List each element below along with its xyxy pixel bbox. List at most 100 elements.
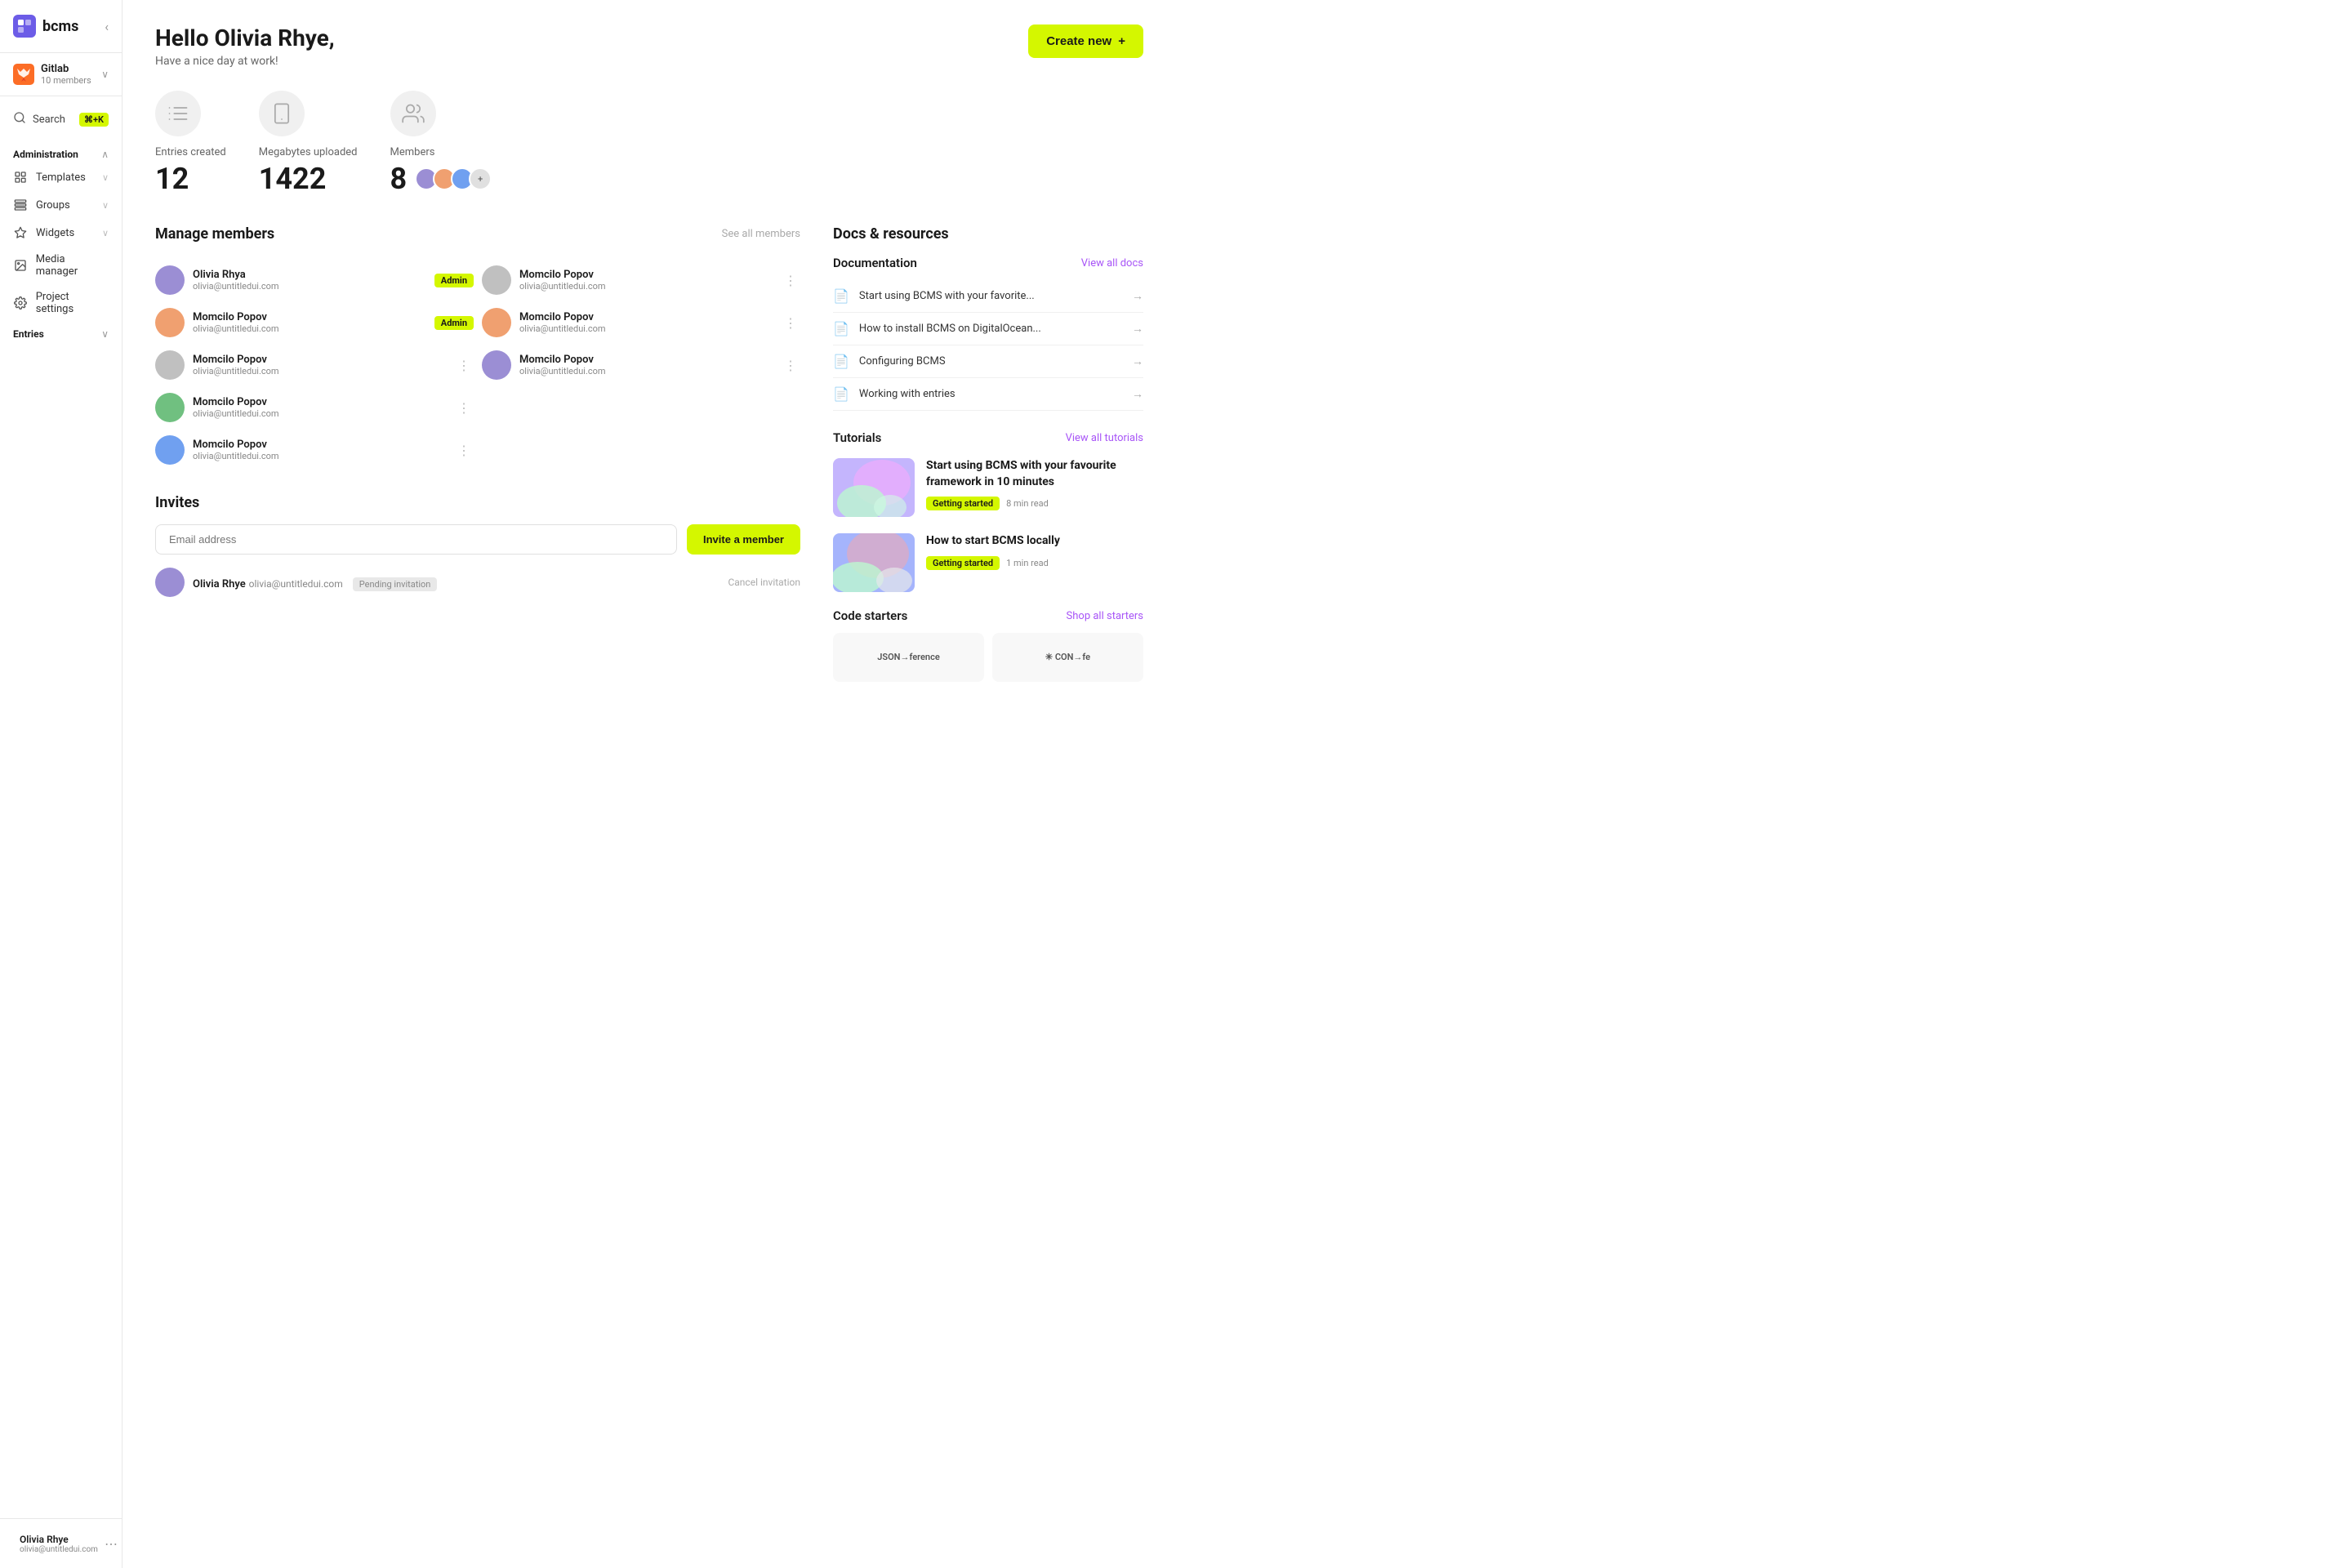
code-starter-card[interactable]: JSON→ference (833, 633, 984, 682)
entries-created-value: 12 (155, 162, 189, 196)
sidebar: bcms ‹ Gitlab 10 members ∨ Search ⌘+K (0, 0, 122, 1568)
tutorial-card[interactable]: How to start BCMS locally Getting starte… (833, 533, 1143, 592)
member-avatar (482, 350, 511, 380)
footer-user-email: olivia@untitledui.com (20, 1545, 98, 1554)
administration-section-header: Administration ∧ (0, 142, 122, 163)
code-starters-cards: JSON→ference ✳ CON→fe (833, 633, 1143, 682)
member-name: Momcilo Popov (193, 439, 446, 451)
templates-label: Templates (36, 172, 86, 184)
workspace-chevron-icon: ∨ (101, 69, 109, 80)
member-row: Momcilo Popov olivia@untitledui.com ⋮ (482, 301, 800, 344)
create-new-button[interactable]: Create new + (1028, 24, 1143, 58)
member-options-button[interactable]: ⋮ (454, 397, 474, 419)
doc-label: Working with entries (859, 388, 1122, 400)
doc-label: Start using BCMS with your favorite... (859, 290, 1122, 302)
invites-title: Invites (155, 494, 800, 511)
create-new-plus-icon: + (1118, 34, 1125, 48)
sidebar-entries-section[interactable]: Entries ∨ (0, 322, 122, 346)
member-name: Momcilo Popov (519, 269, 773, 281)
workspace-selector[interactable]: Gitlab 10 members ∨ (0, 53, 122, 96)
members-column-1: Olivia Rhya olivia@untitledui.com Admin … (155, 259, 474, 471)
member-email: olivia@untitledui.com (519, 281, 773, 292)
greeting-area: Hello Olivia Rhye, Have a nice day at wo… (155, 24, 335, 68)
tutorial-content: Start using BCMS with your favourite fra… (926, 458, 1143, 517)
workspace-icon (13, 64, 34, 85)
cancel-invitation-link[interactable]: Cancel invitation (728, 577, 800, 588)
tutorial-read-time: 1 min read (1006, 558, 1049, 568)
tutorial-title: Start using BCMS with your favourite fra… (926, 458, 1143, 490)
doc-arrow-icon: → (1132, 387, 1143, 401)
member-options-button[interactable]: ⋮ (781, 270, 800, 292)
sidebar-collapse-button[interactable]: ‹ (105, 19, 109, 34)
tutorial-title: How to start BCMS locally (926, 533, 1143, 550)
invite-member-button[interactable]: Invite a member (687, 524, 800, 555)
sidebar-item-templates[interactable]: Templates ∨ (0, 163, 122, 191)
footer-more-options-button[interactable]: ⋯ (105, 1536, 118, 1552)
member-name: Momcilo Popov (519, 311, 773, 323)
widgets-icon (13, 225, 28, 240)
shop-all-starters-link[interactable]: Shop all starters (1067, 610, 1143, 622)
doc-file-icon: 📄 (833, 288, 849, 304)
greeting-subtitle: Have a nice day at work! (155, 55, 335, 68)
see-all-members-link[interactable]: See all members (722, 228, 800, 240)
sidebar-logo-area: bcms ‹ (0, 0, 122, 53)
members-value: 8 (390, 162, 408, 196)
tutorials-title: Tutorials (833, 430, 881, 445)
tutorial-tag: Getting started (926, 497, 1000, 510)
code-starter-card[interactable]: ✳ CON→fe (992, 633, 1143, 682)
member-row: Momcilo Popov olivia@untitledui.com ⋮ (482, 259, 800, 301)
member-avatar (482, 265, 511, 295)
doc-label: How to install BCMS on DigitalOcean... (859, 323, 1122, 335)
doc-item[interactable]: 📄 How to install BCMS on DigitalOcean...… (833, 313, 1143, 345)
members-grid: Olivia Rhya olivia@untitledui.com Admin … (155, 259, 800, 471)
sidebar-item-widgets[interactable]: Widgets ∨ (0, 219, 122, 247)
administration-chevron-icon[interactable]: ∧ (101, 149, 109, 160)
docs-section-title: Docs & resources (833, 225, 1143, 243)
entries-created-icon (155, 91, 201, 136)
stat-entries-created: Entries created 12 (155, 91, 226, 196)
footer-user-info: Olivia Rhye olivia@untitledui.com (20, 1534, 98, 1554)
create-new-label: Create new (1046, 34, 1111, 48)
widgets-chevron-icon: ∨ (102, 228, 109, 238)
member-email: olivia@untitledui.com (193, 366, 446, 376)
member-avatar (155, 435, 185, 465)
member-options-button[interactable]: ⋮ (781, 354, 800, 376)
member-info: Momcilo Popov olivia@untitledui.com (193, 439, 446, 461)
member-info: Olivia Rhya olivia@untitledui.com (193, 269, 426, 292)
doc-item[interactable]: 📄 Start using BCMS with your favorite...… (833, 280, 1143, 313)
tutorial-tag: Getting started (926, 556, 1000, 570)
greeting-title: Hello Olivia Rhye, (155, 24, 335, 51)
view-all-docs-link[interactable]: View all docs (1081, 257, 1143, 270)
sidebar-item-media-manager[interactable]: Media manager (0, 247, 122, 284)
member-email: olivia@untitledui.com (193, 408, 446, 419)
member-options-button[interactable]: ⋮ (781, 312, 800, 334)
view-all-tutorials-link[interactable]: View all tutorials (1066, 432, 1143, 444)
member-options-button[interactable]: ⋮ (454, 439, 474, 461)
doc-item[interactable]: 📄 Working with entries → (833, 378, 1143, 411)
member-name: Olivia Rhya (193, 269, 426, 281)
doc-file-icon: 📄 (833, 386, 849, 402)
member-options-button[interactable]: ⋮ (454, 354, 474, 376)
tutorials-section: Tutorials View all tutorials (833, 430, 1143, 592)
tutorial-thumbnail (833, 458, 915, 517)
doc-item[interactable]: 📄 Configuring BCMS → (833, 345, 1143, 378)
invite-email-input[interactable] (155, 524, 677, 555)
megabytes-uploaded-label: Megabytes uploaded (259, 146, 358, 158)
member-name: Momcilo Popov (193, 311, 426, 323)
sidebar-item-groups[interactable]: Groups ∨ (0, 191, 122, 219)
search-bar[interactable]: Search ⌘+K (0, 103, 122, 136)
stat-megabytes-uploaded: Megabytes uploaded 1422 (259, 91, 358, 196)
doc-arrow-icon: → (1132, 322, 1143, 336)
member-info: Momcilo Popov olivia@untitledui.com (193, 396, 446, 419)
code-starters-section: Code starters Shop all starters JSON→fer… (833, 608, 1143, 682)
member-info: Momcilo Popov olivia@untitledui.com (519, 354, 773, 376)
sidebar-item-project-settings[interactable]: Project settings (0, 284, 122, 322)
doc-file-icon: 📄 (833, 354, 849, 369)
main-content: Hello Olivia Rhye, Have a nice day at wo… (122, 0, 1176, 1568)
member-avatar (155, 393, 185, 422)
templates-chevron-icon: ∨ (102, 172, 109, 183)
tutorial-card[interactable]: Start using BCMS with your favourite fra… (833, 458, 1143, 517)
member-email: olivia@untitledui.com (519, 366, 773, 376)
manage-members-header: Manage members See all members (155, 225, 800, 243)
member-row: Momcilo Popov olivia@untitledui.com Admi… (155, 301, 474, 344)
